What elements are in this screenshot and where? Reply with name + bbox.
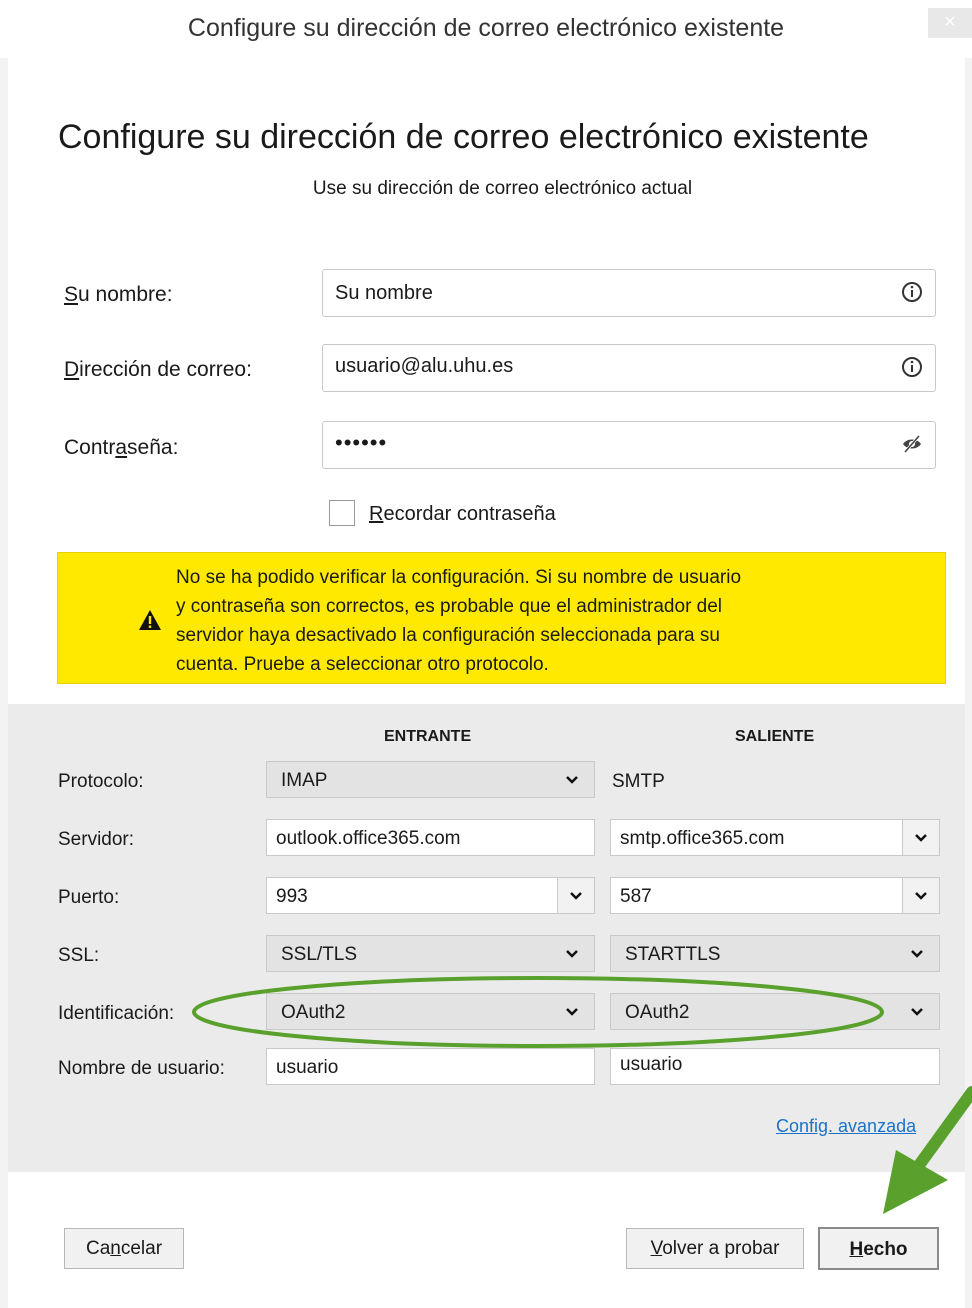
outgoing-auth-value: OAuth2 (625, 1002, 690, 1023)
done-button[interactable]: Hecho (818, 1227, 939, 1270)
incoming-auth-value: OAuth2 (281, 1002, 346, 1023)
outgoing-port-value: 587 (620, 886, 652, 907)
incoming-username-input[interactable]: usuario (266, 1048, 595, 1085)
remember-password-label[interactable]: Recordar contraseña (369, 503, 556, 526)
incoming-protocol-select[interactable]: IMAP (266, 761, 595, 798)
close-icon: × (944, 11, 956, 33)
window-title: Configure su dirección de correo electró… (187, 14, 785, 42)
outgoing-username-input[interactable]: usuario (610, 1048, 940, 1085)
outgoing-ssl-select[interactable]: STARTTLS (610, 935, 940, 972)
incoming-column-header: ENTRANTE (384, 728, 472, 745)
incoming-port-value: 993 (276, 886, 308, 907)
ssl-label: SSL: (58, 945, 100, 966)
outgoing-server-value: smtp.office365.com (620, 828, 785, 849)
outgoing-protocol-value: SMTP (612, 771, 665, 792)
close-button[interactable]: × (928, 8, 972, 38)
outgoing-username-value: usuario (620, 1054, 683, 1075)
username-label: Nombre de usuario: (58, 1058, 225, 1079)
server-label: Servidor: (58, 829, 135, 850)
email-value: usuario@alu.uhu.es (335, 355, 514, 377)
warning-line: servidor haya desactivado la configuraci… (176, 625, 720, 646)
email-field[interactable]: usuario@alu.uhu.es (322, 344, 936, 392)
warning-icon (139, 610, 161, 630)
outgoing-port-dropdown-button[interactable] (902, 878, 939, 913)
outgoing-server-dropdown-button[interactable] (902, 820, 939, 855)
advanced-config-link[interactable]: Config. avanzada (776, 1116, 916, 1137)
outgoing-ssl-value: STARTTLS (625, 944, 721, 965)
incoming-port-combo[interactable]: 993 (266, 877, 595, 914)
retry-button[interactable]: Volver a probar (626, 1228, 804, 1269)
warning-line: y contraseña son correctos, es probable … (176, 596, 723, 617)
outgoing-server-combo[interactable]: smtp.office365.com (610, 819, 940, 856)
incoming-protocol-value: IMAP (281, 770, 328, 791)
incoming-server-input[interactable]: outlook.office365.com (266, 819, 595, 856)
incoming-username-value: usuario (276, 1057, 339, 1078)
outgoing-column-header: SALIENTE (735, 728, 815, 745)
name-field[interactable]: Su nombre (322, 269, 936, 317)
protocol-label: Protocolo: (58, 771, 144, 792)
outgoing-port-combo[interactable]: 587 (610, 877, 940, 914)
chevron-down-icon (915, 834, 927, 842)
chevron-down-icon (911, 1008, 923, 1016)
auth-label: Identificación: (58, 1003, 175, 1024)
chevron-down-icon (566, 1008, 578, 1016)
outgoing-auth-select[interactable]: OAuth2 (610, 993, 940, 1030)
name-value: Su nombre (335, 282, 433, 304)
chevron-down-icon (566, 950, 578, 958)
port-label: Puerto: (58, 887, 120, 908)
incoming-port-dropdown-button[interactable] (557, 878, 594, 913)
info-icon[interactable] (901, 281, 923, 303)
chevron-down-icon (915, 892, 927, 900)
incoming-ssl-select[interactable]: SSL/TLS (266, 935, 595, 972)
incoming-ssl-value: SSL/TLS (281, 944, 358, 965)
cancel-button[interactable]: Cancelar (64, 1228, 184, 1269)
warning-line: No se ha podido verificar la configuraci… (176, 567, 742, 588)
page-title: Configure su dirección de correo electró… (58, 118, 869, 156)
chevron-down-icon (911, 950, 923, 958)
chevron-down-icon (566, 776, 578, 784)
incoming-auth-select[interactable]: OAuth2 (266, 993, 595, 1030)
page-subtitle: Use su dirección de correo electrónico a… (312, 178, 693, 199)
eye-slash-icon[interactable] (901, 433, 923, 455)
chevron-down-icon (570, 892, 582, 900)
remember-password-checkbox[interactable] (329, 500, 355, 526)
incoming-server-value: outlook.office365.com (276, 828, 461, 849)
password-field[interactable]: •••••• (322, 421, 936, 469)
warning-box: No se ha podido verificar la configuraci… (57, 552, 946, 684)
name-label: Su nombre: (64, 283, 173, 306)
window-frame-left (0, 58, 8, 1308)
window-titlebar: Configure su dirección de correo electró… (0, 0, 972, 58)
email-label: Dirección de correo: (64, 358, 252, 381)
window-frame-right (965, 58, 972, 1308)
password-value: •••••• (335, 430, 388, 455)
info-icon[interactable] (901, 356, 923, 378)
warning-line: cuenta. Pruebe a seleccionar otro protoc… (176, 654, 549, 675)
password-label: Contraseña: (64, 436, 179, 459)
